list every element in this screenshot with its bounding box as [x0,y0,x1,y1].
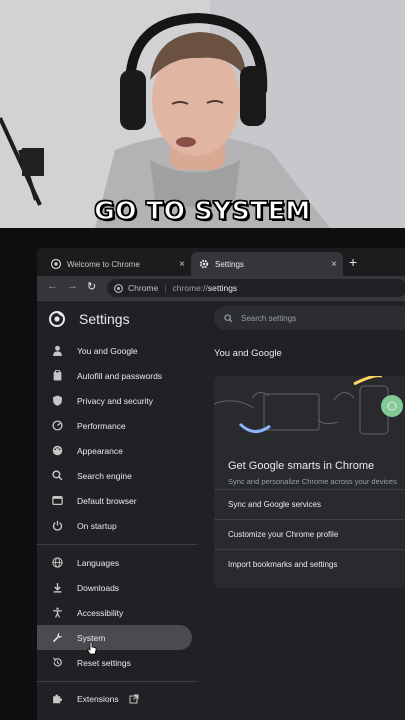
section-title: You and Google [214,348,282,359]
sidebar-item-languages[interactable]: Languages [37,550,192,575]
hand-cursor-icon [87,641,97,660]
tab-settings[interactable]: Settings × [191,252,343,276]
palette-icon [51,445,63,457]
sidebar-item-performance[interactable]: Performance [37,413,192,438]
address-bar[interactable]: Chrome | chrome://settings [107,279,405,297]
chrome-logo-icon [49,311,65,332]
sidebar-item-you-and-google[interactable]: You and Google [37,338,192,363]
sidebar-item-system[interactable]: System [37,625,192,650]
puzzle-icon [51,693,63,705]
caption-text: GO TO SYSTEM [94,195,311,225]
sync-illustration [214,376,403,435]
sidebar-item-search-engine[interactable]: Search engine [37,463,192,488]
gear-icon [199,259,209,269]
new-tab-button[interactable]: + [349,254,357,270]
settings-main: You and Google Get Google smarts in Chro… [214,348,405,588]
clipboard-icon [51,370,63,382]
speedometer-icon [51,420,63,432]
browser-toolbar: ← → ↻ Chrome | chrome://settings [37,276,405,300]
webcam-image [0,0,405,228]
close-icon[interactable]: × [331,259,337,270]
reload-button[interactable]: ↻ [87,280,96,293]
tab-label: Settings [215,259,244,269]
forward-button[interactable]: → [67,280,78,292]
tab-strip: Welcome to Chrome × Settings × + [37,248,405,276]
sidebar-item-on-startup[interactable]: On startup [37,513,192,538]
search-settings-input[interactable]: Search settings [214,306,405,330]
tab-welcome[interactable]: Welcome to Chrome × [43,252,191,276]
row-import-bookmarks[interactable]: Import bookmarks and settings [214,549,405,580]
close-icon[interactable]: × [179,259,185,270]
search-placeholder: Search settings [241,313,297,323]
download-icon [51,582,63,594]
sidebar-item-reset[interactable]: Reset settings [37,650,192,675]
accessibility-icon [51,607,63,619]
sidebar-item-default-browser[interactable]: Default browser [37,488,192,513]
sidebar-item-accessibility[interactable]: Accessibility [37,600,192,625]
sidebar-item-extensions[interactable]: Extensions [37,686,192,711]
power-icon [51,520,63,532]
row-customize-profile[interactable]: Customize your Chrome profile [214,519,405,550]
shield-icon [51,395,63,407]
sidebar-item-appearance[interactable]: Appearance [37,438,192,463]
wrench-icon [51,632,63,644]
card-subtitle: Sync and personalize Chrome across your … [228,477,397,486]
search-icon [224,313,233,323]
chrome-icon [114,283,123,293]
sidebar-item-privacy[interactable]: Privacy and security [37,388,192,413]
url-text: chrome://settings [172,283,238,293]
webcam-feed [0,0,405,228]
site-chip: Chrome [128,283,159,293]
card-title: Get Google smarts in Chrome [228,460,375,472]
row-sync-services[interactable]: Sync and Google services [214,489,405,520]
globe-icon [51,557,63,569]
browser-icon [51,495,63,507]
person-icon [51,345,63,357]
search-icon [51,470,63,482]
sidebar-item-autofill[interactable]: Autofill and passwords [37,363,192,388]
chrome-icon [51,259,61,269]
tab-label: Welcome to Chrome [67,259,140,269]
sync-card: Get Google smarts in Chrome Sync and per… [214,376,405,588]
reset-icon [51,657,63,669]
external-link-icon [129,694,139,704]
back-button[interactable]: ← [47,280,58,292]
page-title: Settings [79,311,130,327]
sidebar-item-downloads[interactable]: Downloads [37,575,192,600]
